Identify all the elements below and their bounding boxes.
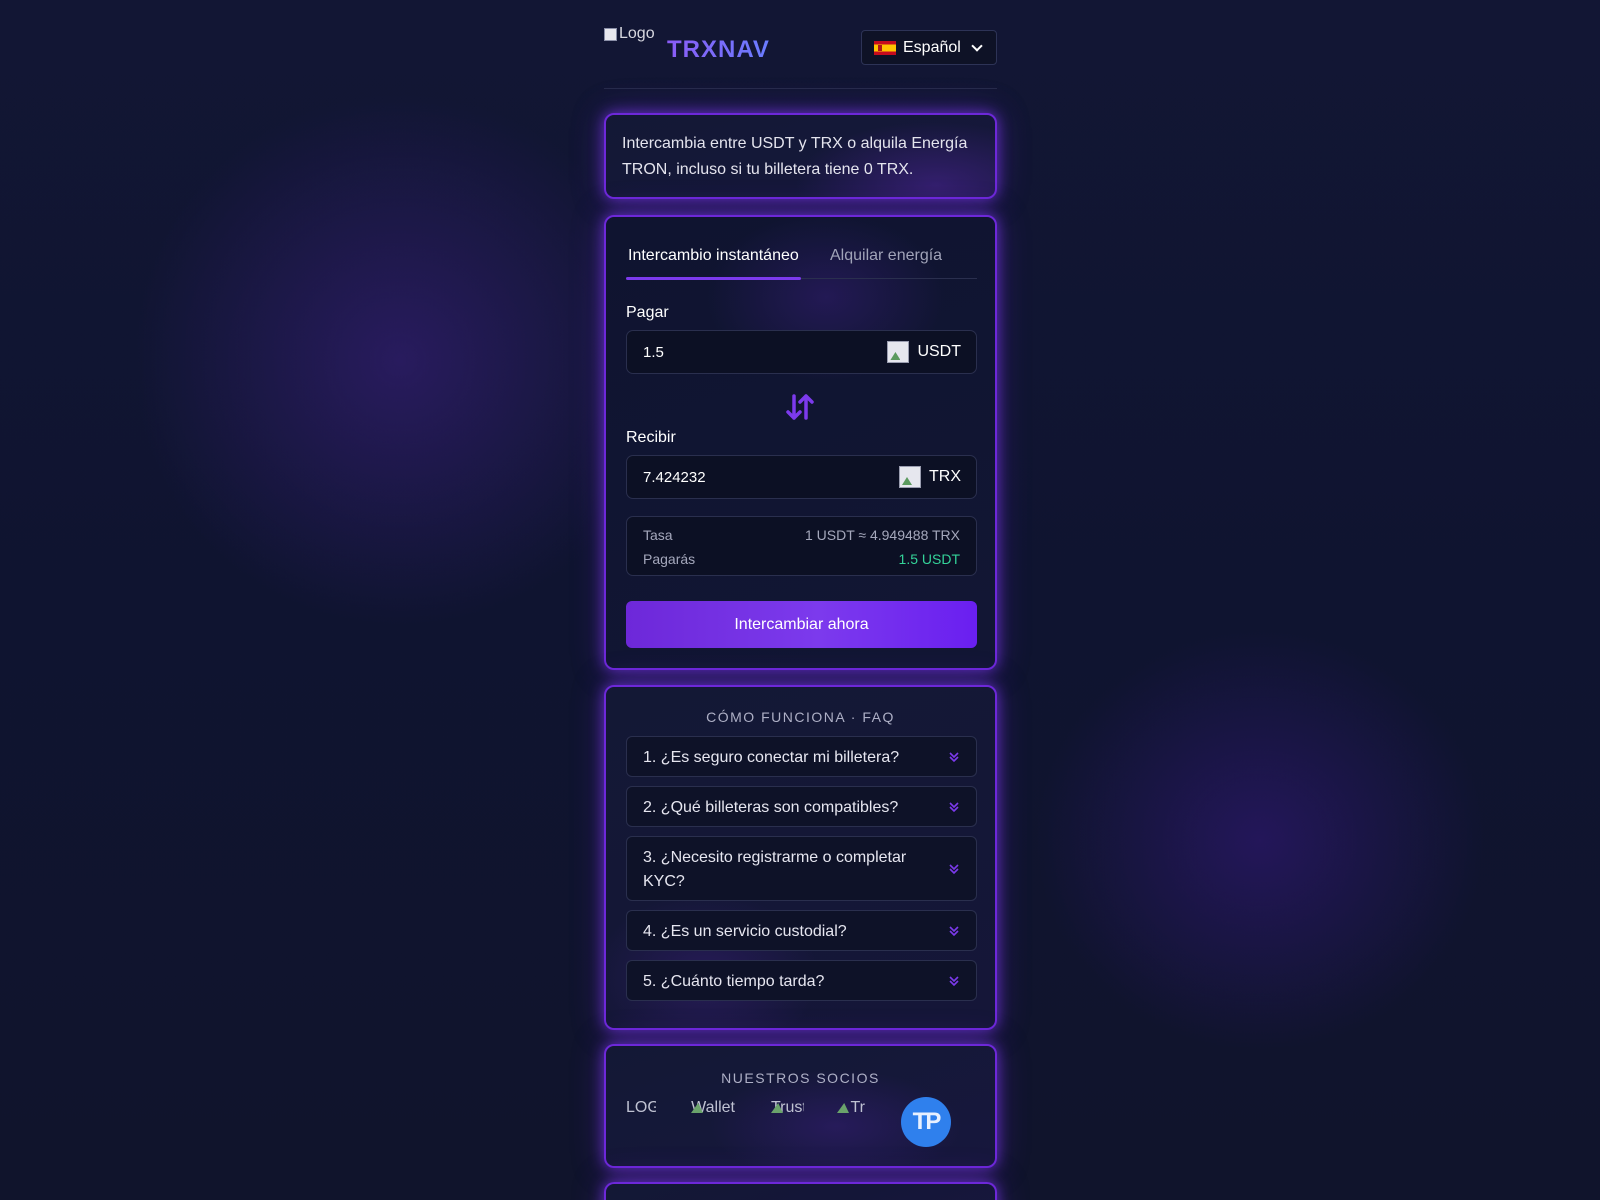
receive-token-label: TRX bbox=[929, 468, 961, 485]
pay-amount-field[interactable]: 1.5 USDT bbox=[626, 330, 977, 374]
pay-amount-input[interactable]: 1.5 bbox=[643, 344, 887, 361]
swap-arrows-icon[interactable] bbox=[785, 393, 815, 421]
receive-label: Recibir bbox=[626, 429, 676, 446]
pay-summary-value: 1.5 USDT bbox=[898, 551, 960, 567]
pay-token-label: USDT bbox=[917, 343, 961, 360]
intro-card: Intercambia entre USDT y TRX o alquila E… bbox=[604, 113, 997, 199]
next-section-card bbox=[604, 1182, 997, 1200]
double-chevron-down-icon bbox=[949, 751, 959, 762]
brand-name[interactable]: TRXNAV bbox=[667, 36, 770, 64]
partners-title: NUESTROS SOCIOS bbox=[721, 1070, 880, 1086]
rate-row: Tasa 1 USDT ≈ 4.949488 TRX bbox=[643, 527, 960, 543]
double-chevron-down-icon bbox=[949, 863, 959, 874]
partner-logo[interactable]: LOGO bbox=[626, 1098, 656, 1118]
faq-question: 3. ¿Necesito registrarme o completar KYC… bbox=[643, 849, 907, 890]
logo-alt-text: Logo bbox=[619, 25, 655, 42]
faq-item[interactable]: 3. ¿Necesito registrarme o completar KYC… bbox=[626, 836, 977, 901]
receive-token-selector[interactable]: TRX bbox=[899, 466, 976, 488]
tab-rent-energy[interactable]: Alquilar energía bbox=[830, 247, 942, 279]
tab-instant-swap[interactable]: Intercambio instantáneo bbox=[626, 247, 803, 280]
trx-token-icon bbox=[899, 466, 921, 488]
double-chevron-down-icon bbox=[949, 801, 959, 812]
rate-label: Tasa bbox=[643, 527, 673, 543]
usdt-token-icon bbox=[887, 341, 910, 363]
faq-question: 5. ¿Cuánto tiempo tarda? bbox=[643, 973, 825, 990]
tab-bar: Intercambio instantáneo Alquilar energía bbox=[626, 247, 977, 280]
faq-title: CÓMO FUNCIONA · FAQ bbox=[706, 709, 895, 725]
faq-card: CÓMO FUNCIONA · FAQ 1. ¿Es seguro conect… bbox=[604, 685, 997, 1030]
header: Logo TRXNAV Español bbox=[604, 0, 997, 89]
faq-question: 1. ¿Es seguro conectar mi billetera? bbox=[643, 749, 900, 766]
faq-item[interactable]: 4. ¿Es un servicio custodial? bbox=[626, 910, 977, 951]
partner-logo-alt: Tr bbox=[850, 1099, 865, 1116]
pay-token-selector[interactable]: USDT bbox=[887, 341, 976, 363]
double-chevron-down-icon bbox=[949, 925, 959, 936]
pay-summary-row: Pagarás 1.5 USDT bbox=[643, 551, 960, 567]
broken-image-icon bbox=[836, 1101, 849, 1115]
faq-item[interactable]: 5. ¿Cuánto tiempo tarda? bbox=[626, 960, 977, 1001]
language-selector[interactable]: Español bbox=[861, 30, 997, 65]
partner-logo[interactable]: Wallet bbox=[690, 1098, 735, 1118]
partner-logo[interactable]: Tr bbox=[836, 1098, 865, 1118]
partner-logo-alt: LOGO bbox=[626, 1099, 656, 1116]
intro-text: Intercambia entre USDT y TRX o alquila E… bbox=[622, 135, 968, 178]
swap-card: Intercambio instantáneo Alquilar energía… bbox=[604, 215, 997, 670]
faq-item[interactable]: 1. ¿Es seguro conectar mi billetera? bbox=[626, 736, 977, 777]
receive-amount-input[interactable]: 7.424232 bbox=[643, 469, 899, 486]
rate-summary: Tasa 1 USDT ≈ 4.949488 TRX Pagarás 1.5 U… bbox=[626, 516, 977, 576]
chevron-down-icon bbox=[971, 39, 983, 52]
receive-amount-field[interactable]: 7.424232 TRX bbox=[626, 455, 977, 499]
partner-logo[interactable]: Trust bbox=[770, 1098, 804, 1118]
broken-image-icon bbox=[604, 27, 618, 41]
pay-label: Pagar bbox=[626, 304, 669, 321]
logo[interactable]: Logo bbox=[604, 22, 662, 46]
pay-summary-label: Pagarás bbox=[643, 551, 696, 567]
faq-item[interactable]: 2. ¿Qué billeteras son compatibles? bbox=[626, 786, 977, 827]
faq-question: 2. ¿Qué billeteras son compatibles? bbox=[643, 799, 899, 816]
tokenpocket-logo[interactable]: TP bbox=[901, 1097, 951, 1147]
faq-question: 4. ¿Es un servicio custodial? bbox=[643, 923, 847, 940]
double-chevron-down-icon bbox=[949, 975, 959, 986]
main-column: Logo TRXNAV Español Intercambia entre US… bbox=[604, 0, 997, 1200]
flag-es-icon bbox=[874, 40, 896, 55]
rate-value: 1 USDT ≈ 4.949488 TRX bbox=[804, 527, 960, 543]
language-label: Español bbox=[903, 38, 961, 56]
swap-now-button[interactable]: Intercambiar ahora bbox=[626, 601, 977, 648]
partners-card: NUESTROS SOCIOS LOGO Wallet Trust Tr TP bbox=[604, 1044, 997, 1168]
